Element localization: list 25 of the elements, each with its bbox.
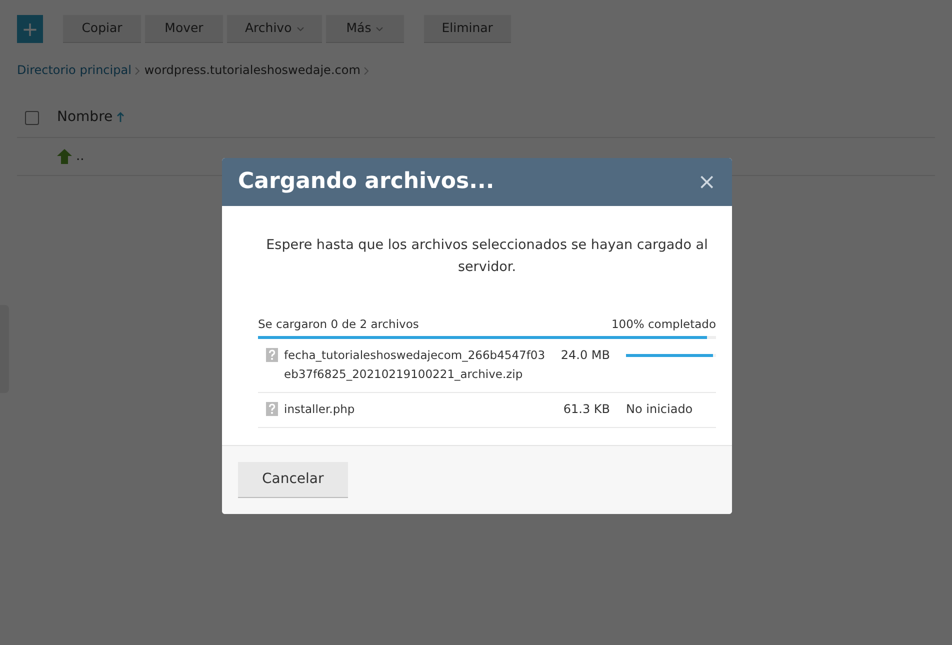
file-size: 61.3 KB	[562, 401, 610, 418]
toolbar-button[interactable]: Mover	[145, 15, 223, 43]
upload-summary: Se cargaron 0 de 2 archivos	[258, 316, 419, 333]
file-size: 24.0 MB	[560, 347, 610, 364]
toolbar-button[interactable]: Copiar	[63, 15, 141, 43]
select-all-checkbox[interactable]	[25, 110, 39, 124]
column-header[interactable]: Nombre	[57, 107, 113, 128]
add-button[interactable]: +	[17, 15, 43, 43]
dialog-message: Espere hasta que los archivos seleccionados se hayan cargado al servidor.	[265, 236, 709, 277]
dropdown-button[interactable]: Más	[326, 15, 404, 43]
dialog-title: Cargando archivos...	[238, 168, 494, 196]
toolbar-button[interactable]: Eliminar	[424, 15, 511, 43]
breadcrumb-current: wordpress.tutorialeshoswedaje.com	[144, 62, 360, 79]
parent-folder-link[interactable]: ..	[76, 146, 84, 166]
breadcrumb-link[interactable]: Directorio principal	[17, 61, 132, 79]
cancel-button[interactable]: Cancelar	[238, 462, 348, 498]
file-name: installer.php	[284, 401, 355, 418]
unknown-file-icon	[266, 348, 278, 362]
up-arrow-icon[interactable]	[57, 146, 72, 166]
file-name: fecha_tutorialeshoswedajecom_266b4547f03eb37f6825_20210219100221_archive.zip	[284, 347, 546, 384]
dropdown-button[interactable]: Archivo	[227, 15, 322, 43]
close-button[interactable]: ×	[698, 166, 716, 198]
file-status: No iniciado	[626, 402, 693, 416]
upload-percent: 100% completado	[611, 316, 716, 333]
unknown-file-icon	[266, 402, 278, 416]
